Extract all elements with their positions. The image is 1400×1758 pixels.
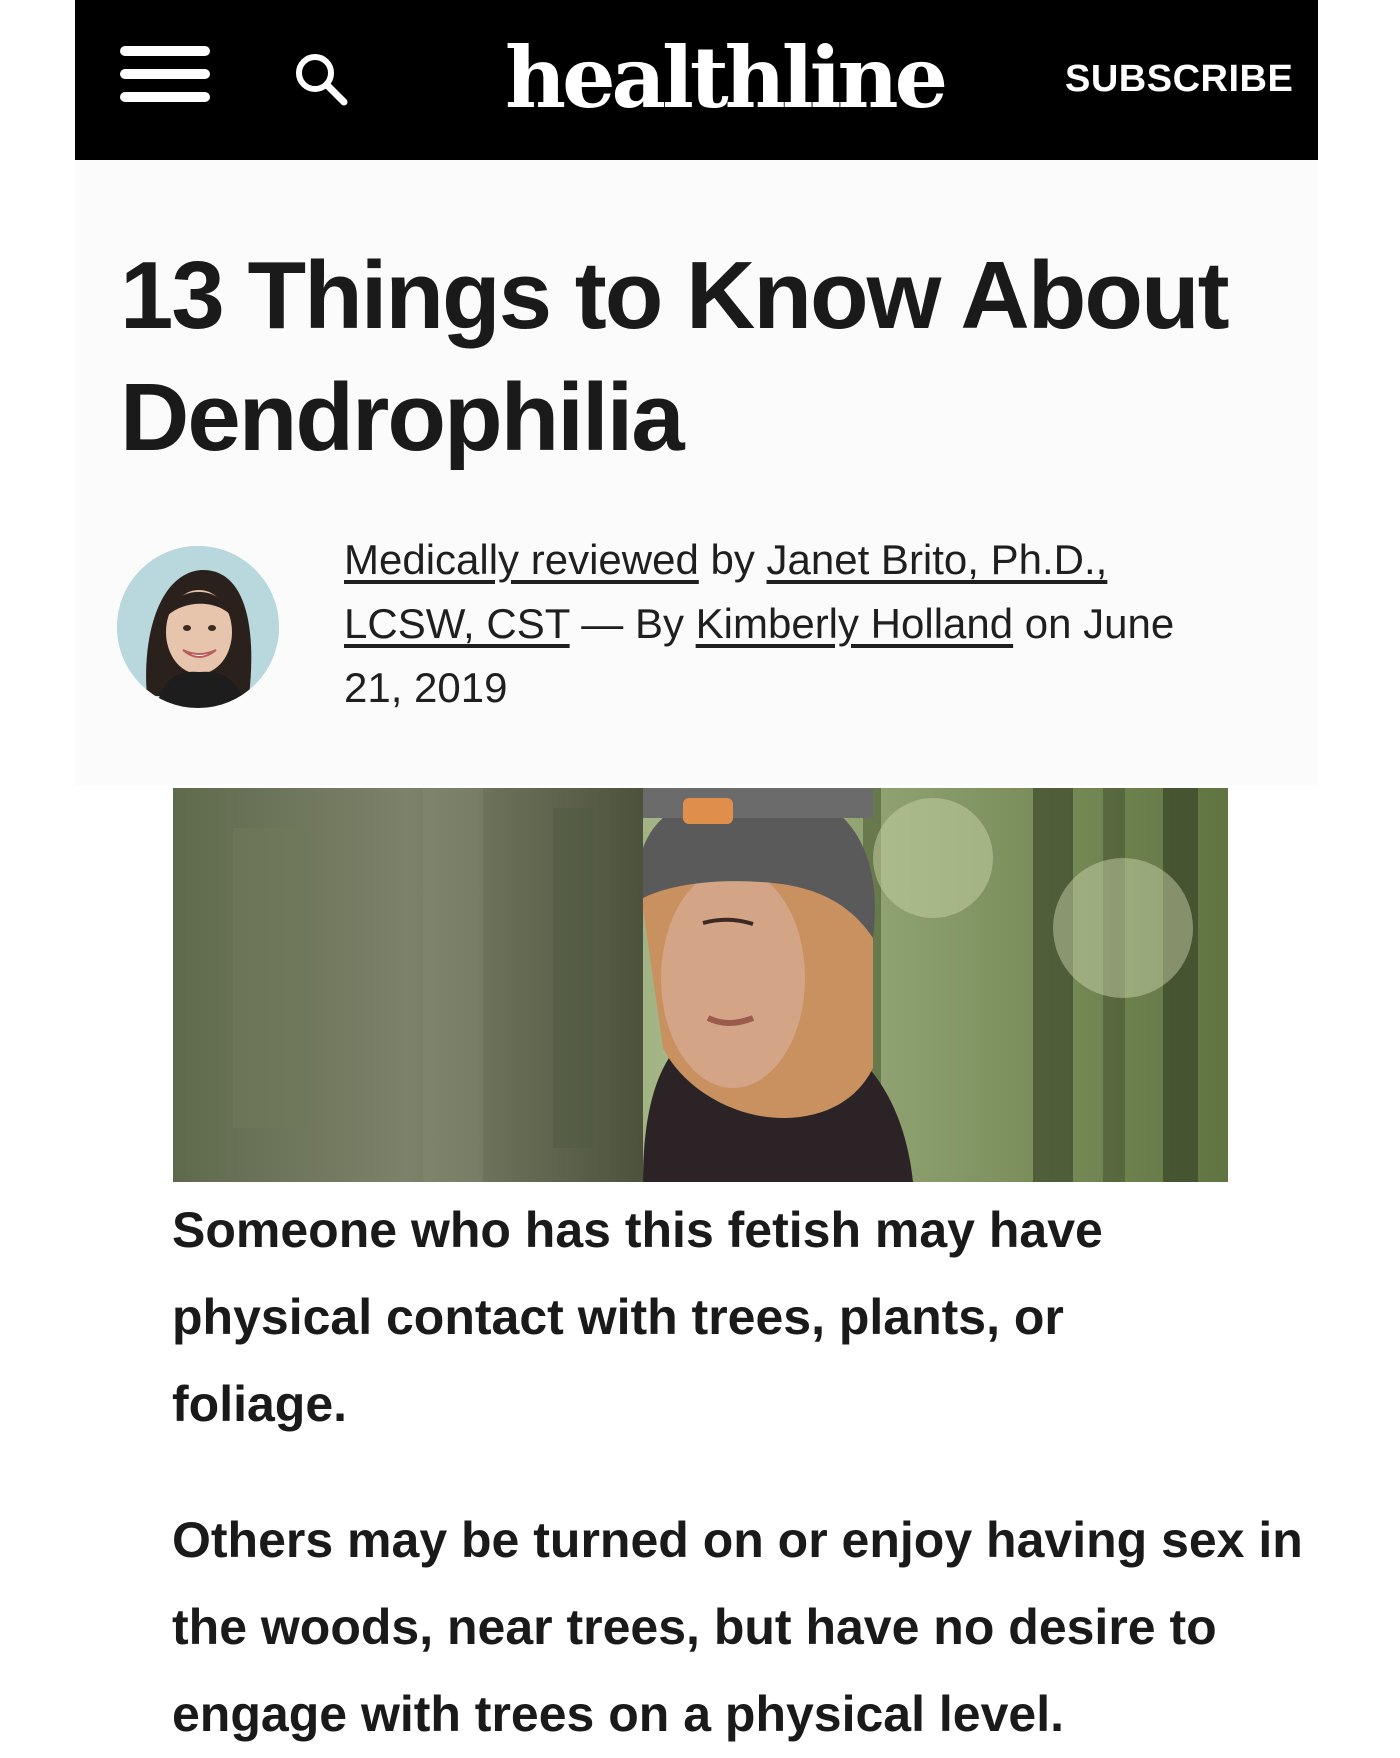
hero-photo-graphic xyxy=(173,788,1228,1182)
article-paragraph: Others may be turned on or enjoy having … xyxy=(172,1512,1303,1742)
menu-bar xyxy=(120,69,210,79)
medically-reviewed-link[interactable]: Medically reviewed xyxy=(344,536,699,583)
image-caption: Someone who has this fetish may have phy… xyxy=(172,1202,1103,1432)
healthline-logo[interactable]: healthline xyxy=(505,28,948,128)
top-navigation-bar: healthline SUBSCRIBE xyxy=(75,0,1318,160)
reviewer-photo-graphic xyxy=(117,546,279,708)
menu-bar xyxy=(120,46,210,56)
author-name-link[interactable]: Kimberly Holland xyxy=(696,600,1013,647)
hamburger-menu-icon[interactable] xyxy=(120,44,216,106)
byline-separator: — By xyxy=(569,600,696,647)
hero-image xyxy=(173,788,1228,1182)
subscribe-button[interactable]: SUBSCRIBE xyxy=(1065,54,1293,104)
reviewer-avatar[interactable] xyxy=(117,546,279,708)
search-icon[interactable] xyxy=(292,50,350,108)
article-byline: Medically reviewed by Janet Brito, Ph.D.… xyxy=(344,528,1234,720)
byline-by-text: by xyxy=(698,536,767,583)
article-title: 13 Things to Know About Dendrophilia xyxy=(120,242,1230,471)
search-icon-graphic xyxy=(296,54,348,106)
menu-bar xyxy=(120,92,210,102)
